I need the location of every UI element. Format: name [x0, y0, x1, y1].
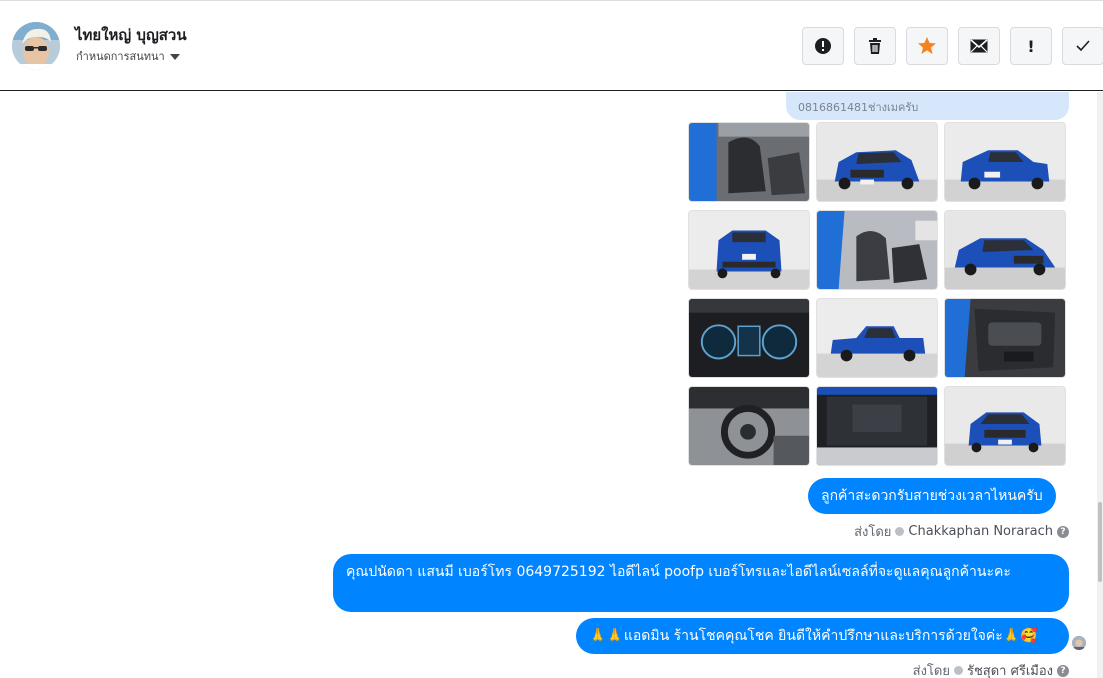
- photo-door-panel[interactable]: [944, 298, 1066, 378]
- photo-blue-pickup-front-2[interactable]: [944, 386, 1066, 466]
- help-icon[interactable]: ?: [1057, 664, 1069, 677]
- sent-by-1: ส่งโดย Chakkaphan Norarach ?: [854, 521, 1069, 542]
- alert-circle-icon: [815, 38, 831, 54]
- conversation-settings-label: กำหนดการสนทนา: [76, 50, 165, 63]
- delete-button[interactable]: [854, 27, 896, 65]
- sent-by-label: ส่งโดย: [912, 664, 950, 678]
- message-bubble-3: 🙏🙏แอดมิน ร้านโชคคุณโชค ยินดีให้คำปรึกษาแ…: [576, 618, 1069, 654]
- message-bubble-1: ลูกค้าสะดวกรับสายช่วงเวลาไหนครับ: [808, 478, 1056, 514]
- seen-avatar: [1072, 636, 1086, 650]
- trash-icon: [869, 38, 881, 54]
- mark-unread-button[interactable]: [958, 27, 1000, 65]
- verified-dot-icon: [895, 527, 905, 536]
- photo-engine-bay[interactable]: [816, 386, 938, 466]
- agent-name[interactable]: รัชสุดา ศรีเมือง: [967, 660, 1053, 678]
- photo-grid: [688, 122, 1068, 466]
- verified-dot-icon: [953, 666, 963, 675]
- message-bubble-phone: 0816861481ช่างเมครับ: [786, 92, 1069, 120]
- envelope-icon: [970, 39, 988, 53]
- conversation-header: ไทยใหญ่ บุญสวน กำหนดการสนทนา !: [0, 1, 1103, 91]
- contact-name: ไทยใหญ่ บุญสวน: [75, 26, 187, 44]
- chevron-down-icon: [169, 54, 180, 60]
- sent-by-label: ส่งโดย: [854, 525, 892, 540]
- message-thread[interactable]: 0816861481ช่างเมครับ ลูกค้าสะดวกรับสายช่…: [0, 92, 1103, 678]
- star-icon: [918, 37, 936, 54]
- scrollbar[interactable]: [1097, 92, 1103, 678]
- sent-by-2: ส่งโดย รัชสุดา ศรีเมือง ?: [913, 660, 1069, 678]
- checkmark-icon: [1076, 40, 1090, 52]
- star-button[interactable]: [906, 27, 948, 65]
- important-button[interactable]: !: [1010, 27, 1052, 65]
- photo-car-interior-seats[interactable]: [688, 122, 810, 202]
- photo-dashboard-gauges[interactable]: [688, 298, 810, 378]
- mark-done-button[interactable]: [1062, 27, 1103, 65]
- exclamation-icon: !: [1027, 36, 1035, 56]
- action-toolbar: !: [802, 27, 1103, 65]
- photo-blue-pickup-rear-angle[interactable]: [944, 122, 1066, 202]
- conversation-settings-dropdown[interactable]: กำหนดการสนทนา: [76, 47, 180, 65]
- photo-blue-pickup-rear[interactable]: [688, 210, 810, 290]
- report-button[interactable]: [802, 27, 844, 65]
- contact-avatar[interactable]: [12, 22, 60, 70]
- photo-car-interior-side[interactable]: [816, 210, 938, 290]
- agent-name[interactable]: Chakkaphan Norarach: [908, 524, 1053, 539]
- photo-steering-wheel[interactable]: [688, 386, 810, 466]
- scrollbar-thumb[interactable]: [1098, 502, 1102, 582]
- help-icon[interactable]: ?: [1057, 525, 1069, 538]
- photo-blue-pickup-front[interactable]: [816, 122, 938, 202]
- message-bubble-2: คุณปนัดดา แสนมี เบอร์โทร 0649725192 ไอดี…: [333, 554, 1069, 612]
- photo-blue-pickup-side[interactable]: [816, 298, 938, 378]
- photo-blue-pickup-front-angle[interactable]: [944, 210, 1066, 290]
